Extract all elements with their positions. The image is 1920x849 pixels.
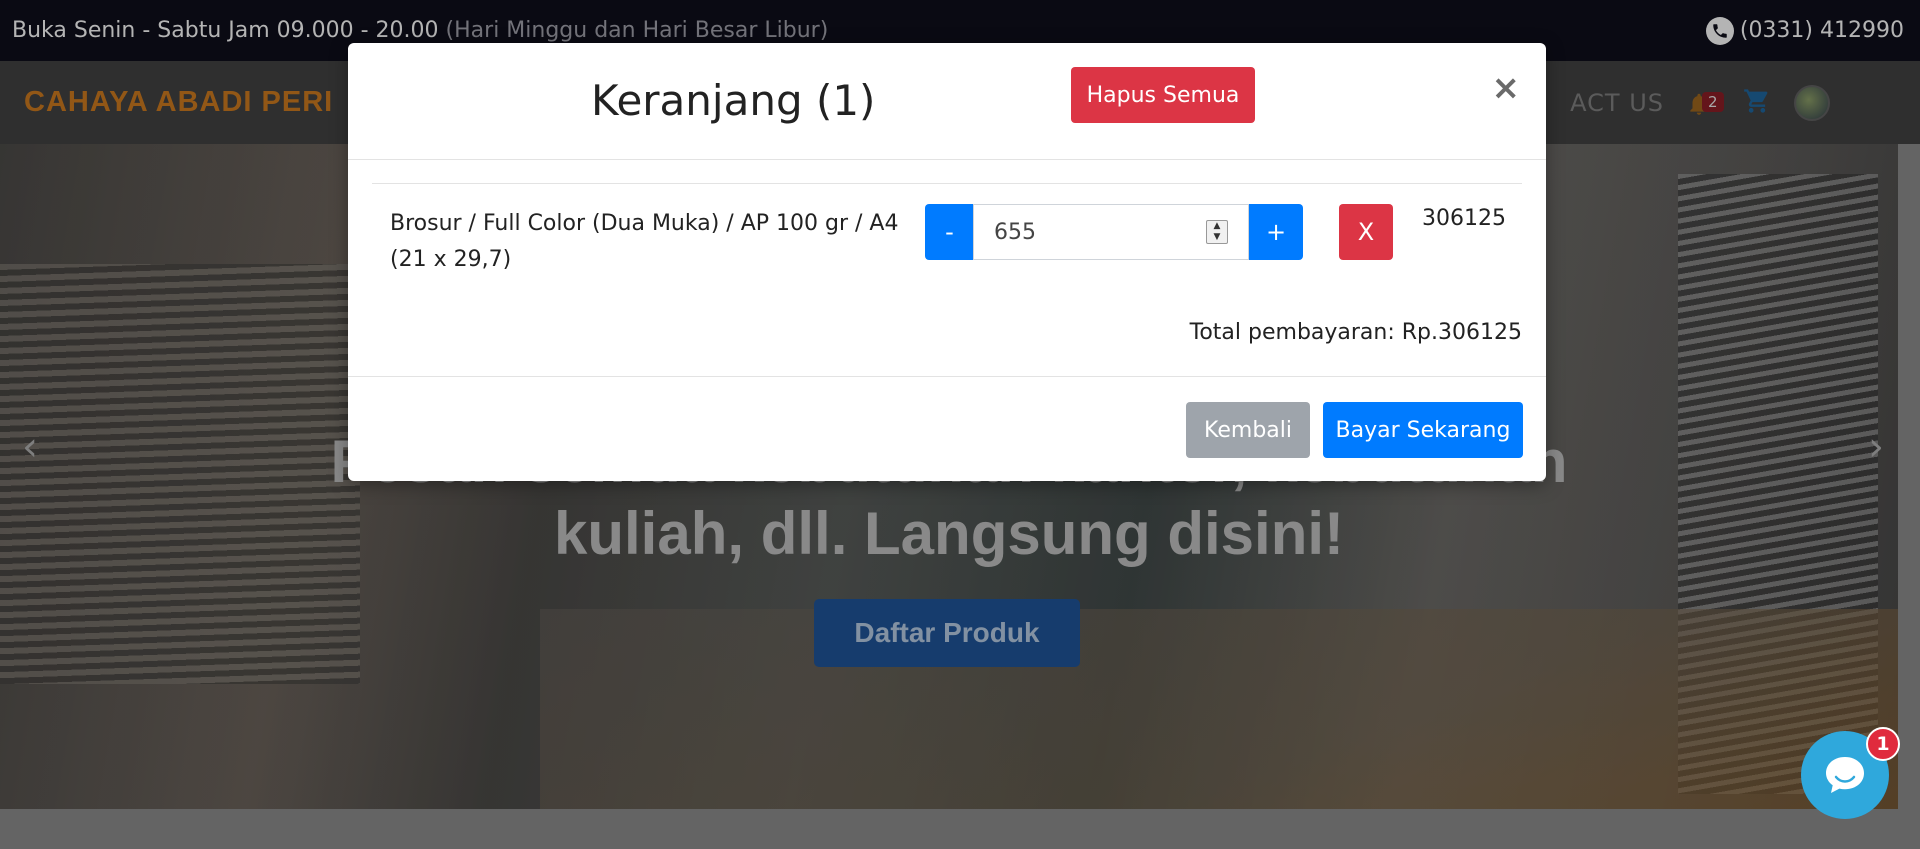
quantity-spinner-icon[interactable]: ▲ ▼ <box>1206 220 1228 244</box>
remove-item-button[interactable]: X <box>1339 204 1393 260</box>
back-button[interactable]: Kembali <box>1186 402 1310 458</box>
increase-quantity-button[interactable]: + <box>1249 204 1303 260</box>
chat-bubble-icon <box>1826 757 1864 793</box>
decrease-quantity-button[interactable]: - <box>925 204 974 260</box>
pay-now-button[interactable]: Bayar Sekarang <box>1323 402 1523 458</box>
cart-item-name: Brosur / Full Color (Dua Muka) / AP 100 … <box>390 211 899 272</box>
cart-item-price: 306125 <box>1422 206 1506 231</box>
cart-modal-footer: Kembali Bayar Sekarang <box>348 376 1546 481</box>
chat-unread-badge: 1 <box>1866 727 1900 761</box>
close-icon[interactable]: × <box>1492 71 1521 105</box>
quantity-input[interactable]: 655 ▲ ▼ <box>973 204 1249 260</box>
quantity-value: 655 <box>994 219 1036 245</box>
cart-modal: Keranjang (1) Hapus Semua × Brosur / Ful… <box>348 43 1546 481</box>
cart-modal-header: Keranjang (1) Hapus Semua × <box>348 43 1546 160</box>
total-payment: Total pembayaran: Rp.306125 <box>1189 320 1522 345</box>
cart-modal-title: Keranjang (1) <box>591 76 876 125</box>
clear-all-button[interactable]: Hapus Semua <box>1071 67 1255 123</box>
cart-modal-body: Brosur / Full Color (Dua Muka) / AP 100 … <box>372 183 1522 395</box>
